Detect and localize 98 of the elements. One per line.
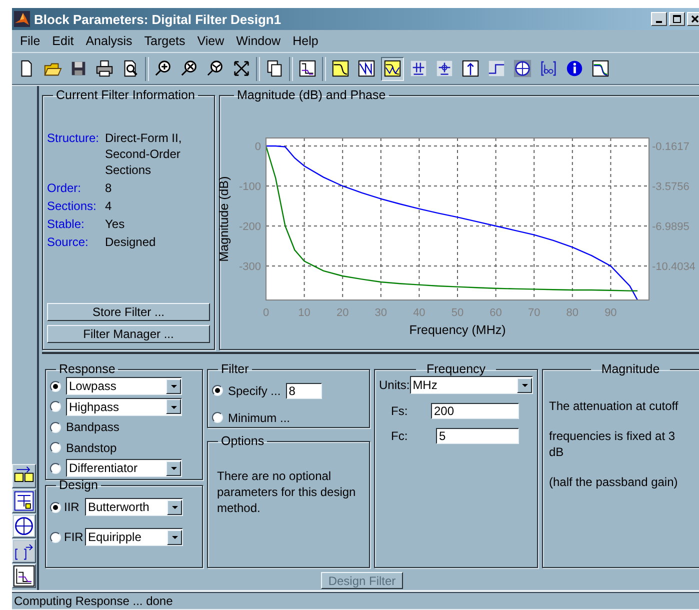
panel-title: Design xyxy=(58,478,99,492)
info-label: Sections: xyxy=(47,198,98,214)
dropdown-arrow-icon xyxy=(520,381,528,389)
bracket-arrow-icon[interactable] xyxy=(12,539,36,563)
radio-button[interactable] xyxy=(50,462,61,474)
field-label: Fc: xyxy=(390,429,409,443)
panel-title: Magnitude (dB) and Phase xyxy=(236,88,387,102)
axis-tick-label: 90 xyxy=(604,307,617,319)
order-field[interactable]: 8 xyxy=(286,382,322,398)
menu-item[interactable]: File xyxy=(14,34,46,48)
radio-button[interactable] xyxy=(50,401,61,412)
dropdown-arrow-icon xyxy=(170,533,178,541)
panel-title: Frequency xyxy=(425,362,487,376)
minimize-icon xyxy=(656,21,662,23)
axis-tick-label: -0.1617 xyxy=(652,141,690,153)
input-field[interactable]: 200 xyxy=(431,403,519,419)
status-text: Computing Response ... done xyxy=(14,594,173,608)
window-title: Block Parameters: Digital Filter Design1 xyxy=(34,12,282,26)
axis-tick-label: -6.9895 xyxy=(652,221,690,233)
close-icon xyxy=(690,14,699,24)
circle-grid-icon[interactable] xyxy=(12,514,36,538)
axis-tick-label: -300 xyxy=(238,261,261,273)
close-button[interactable] xyxy=(687,12,699,26)
axis-tick-label: 10 xyxy=(298,307,310,319)
dropdown[interactable]: Equiripple xyxy=(85,528,183,546)
axis-tick-label: 40 xyxy=(413,307,426,319)
info-label: Structure: xyxy=(47,130,100,147)
field-label: Units: xyxy=(379,378,410,392)
axis-label: Magnitude (dB) xyxy=(217,176,231,262)
units-dropdown[interactable]: MHz xyxy=(410,376,533,394)
axis-label: Frequency (MHz) xyxy=(409,323,506,337)
radio-button[interactable] xyxy=(50,442,61,454)
radio-button[interactable] xyxy=(50,502,61,512)
info-label: Order: xyxy=(47,180,82,196)
two-curves-plot-icon[interactable] xyxy=(381,56,404,80)
radio-button[interactable] xyxy=(50,422,61,433)
axis-tick-label: 0 xyxy=(262,307,270,319)
axis-tick-label: 30 xyxy=(374,307,388,319)
dropdown[interactable]: Lowpass xyxy=(66,377,182,396)
panel-title: Current Filter Information xyxy=(55,88,196,102)
input-field[interactable]: 5 xyxy=(436,428,519,444)
axis-tick-label: 50 xyxy=(451,307,464,319)
dropdown-arrow-icon xyxy=(170,382,178,390)
arrow-blocks-icon[interactable] xyxy=(12,464,36,488)
minimize-button[interactable] xyxy=(651,12,667,26)
axis-tick-label: 70 xyxy=(528,307,540,319)
info-value: Direct-Form II, Second-Order Sections xyxy=(105,130,183,178)
radio-label: Bandstop xyxy=(66,440,117,455)
info-value: 8 xyxy=(105,180,113,196)
radio-button[interactable] xyxy=(212,385,223,396)
menu-item[interactable]: Edit xyxy=(46,34,80,48)
magnitude-text: (half the passband gain) xyxy=(549,474,679,490)
radio-label: Specify ... xyxy=(228,384,281,398)
radio-button[interactable] xyxy=(212,412,223,423)
axis-tick-label: 80 xyxy=(566,307,579,319)
push-button[interactable]: Store Filter ... xyxy=(47,303,210,321)
radio-label: FIR xyxy=(64,530,82,544)
info-label: Stable: xyxy=(47,216,86,232)
radio-label: IIR xyxy=(64,500,80,514)
axis-tick-label: 20 xyxy=(336,307,349,319)
push-button[interactable]: Filter Manager ... xyxy=(47,325,210,343)
menu-item[interactable]: View xyxy=(191,34,230,48)
field-label: Fs: xyxy=(390,404,409,418)
menu-item[interactable]: Targets xyxy=(138,34,192,48)
dropdown[interactable]: Butterworth xyxy=(85,498,183,516)
block-diagram-icon[interactable] xyxy=(12,489,36,513)
radio-label: Minimum ... xyxy=(228,410,290,424)
menu-item[interactable]: Analysis xyxy=(80,34,138,48)
axis-tick-label: 0 xyxy=(254,141,261,153)
info-label: Source: xyxy=(47,234,90,250)
axis-tick-label: -3.5756 xyxy=(652,181,690,193)
radio-label: Bandpass xyxy=(66,420,120,434)
panel-title: Magnitude xyxy=(600,362,661,376)
info-value: 4 xyxy=(105,198,113,214)
axis-tick-label: 60 xyxy=(490,307,502,319)
magnitude-text: frequencies is fixed at 3 dB xyxy=(549,428,676,460)
radio-button[interactable] xyxy=(50,532,61,542)
panel-title: Options xyxy=(220,434,266,448)
dropdown-arrow-icon xyxy=(170,464,178,472)
options-text: There are no optional parameters for this design method. xyxy=(217,468,357,516)
panel-title: Response xyxy=(58,362,116,376)
info-value: Yes xyxy=(105,216,126,232)
logo-icon xyxy=(14,11,30,27)
axis-tick-label: -200 xyxy=(238,221,261,233)
axis-tick-label: -100 xyxy=(238,181,261,193)
info-value: Designed xyxy=(105,234,157,250)
axis-tick-label: -10.4034 xyxy=(652,261,696,273)
maximize-icon xyxy=(672,14,682,24)
dropdown[interactable]: Highpass xyxy=(66,398,182,416)
panel-title: Filter xyxy=(220,362,250,376)
dropdown[interactable]: Differentiator xyxy=(66,459,182,478)
menu-item[interactable]: Window xyxy=(230,34,287,48)
magnitude-text: The attenuation at cutoff xyxy=(549,398,680,414)
menu-item[interactable]: Help xyxy=(286,34,324,48)
filter-plot-icon[interactable] xyxy=(12,564,36,588)
maximize-button[interactable] xyxy=(669,12,685,26)
dropdown-arrow-icon xyxy=(170,503,178,511)
radio-button[interactable] xyxy=(50,380,61,392)
